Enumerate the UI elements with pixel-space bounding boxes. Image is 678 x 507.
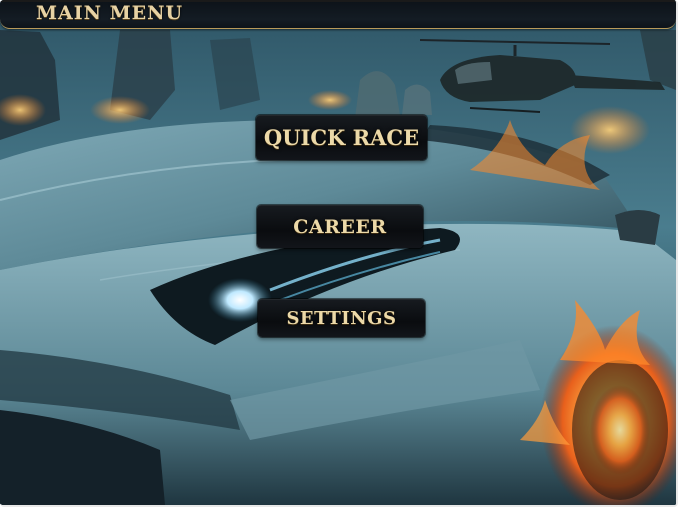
career-label: CAREER (293, 215, 387, 238)
game-screen: MAIN MENU QUICK RACE CAREER SETTINGS (0, 0, 678, 507)
title-bar: MAIN MENU (0, 0, 676, 29)
settings-label: SETTINGS (286, 307, 397, 329)
settings-button[interactable]: SETTINGS (258, 299, 425, 337)
page-title: MAIN MENU (36, 2, 184, 24)
background-artwork (0, 0, 676, 505)
quick-race-label: QUICK RACE (263, 125, 420, 150)
career-button[interactable]: CAREER (257, 205, 423, 248)
quick-race-button[interactable]: QUICK RACE (256, 115, 427, 160)
